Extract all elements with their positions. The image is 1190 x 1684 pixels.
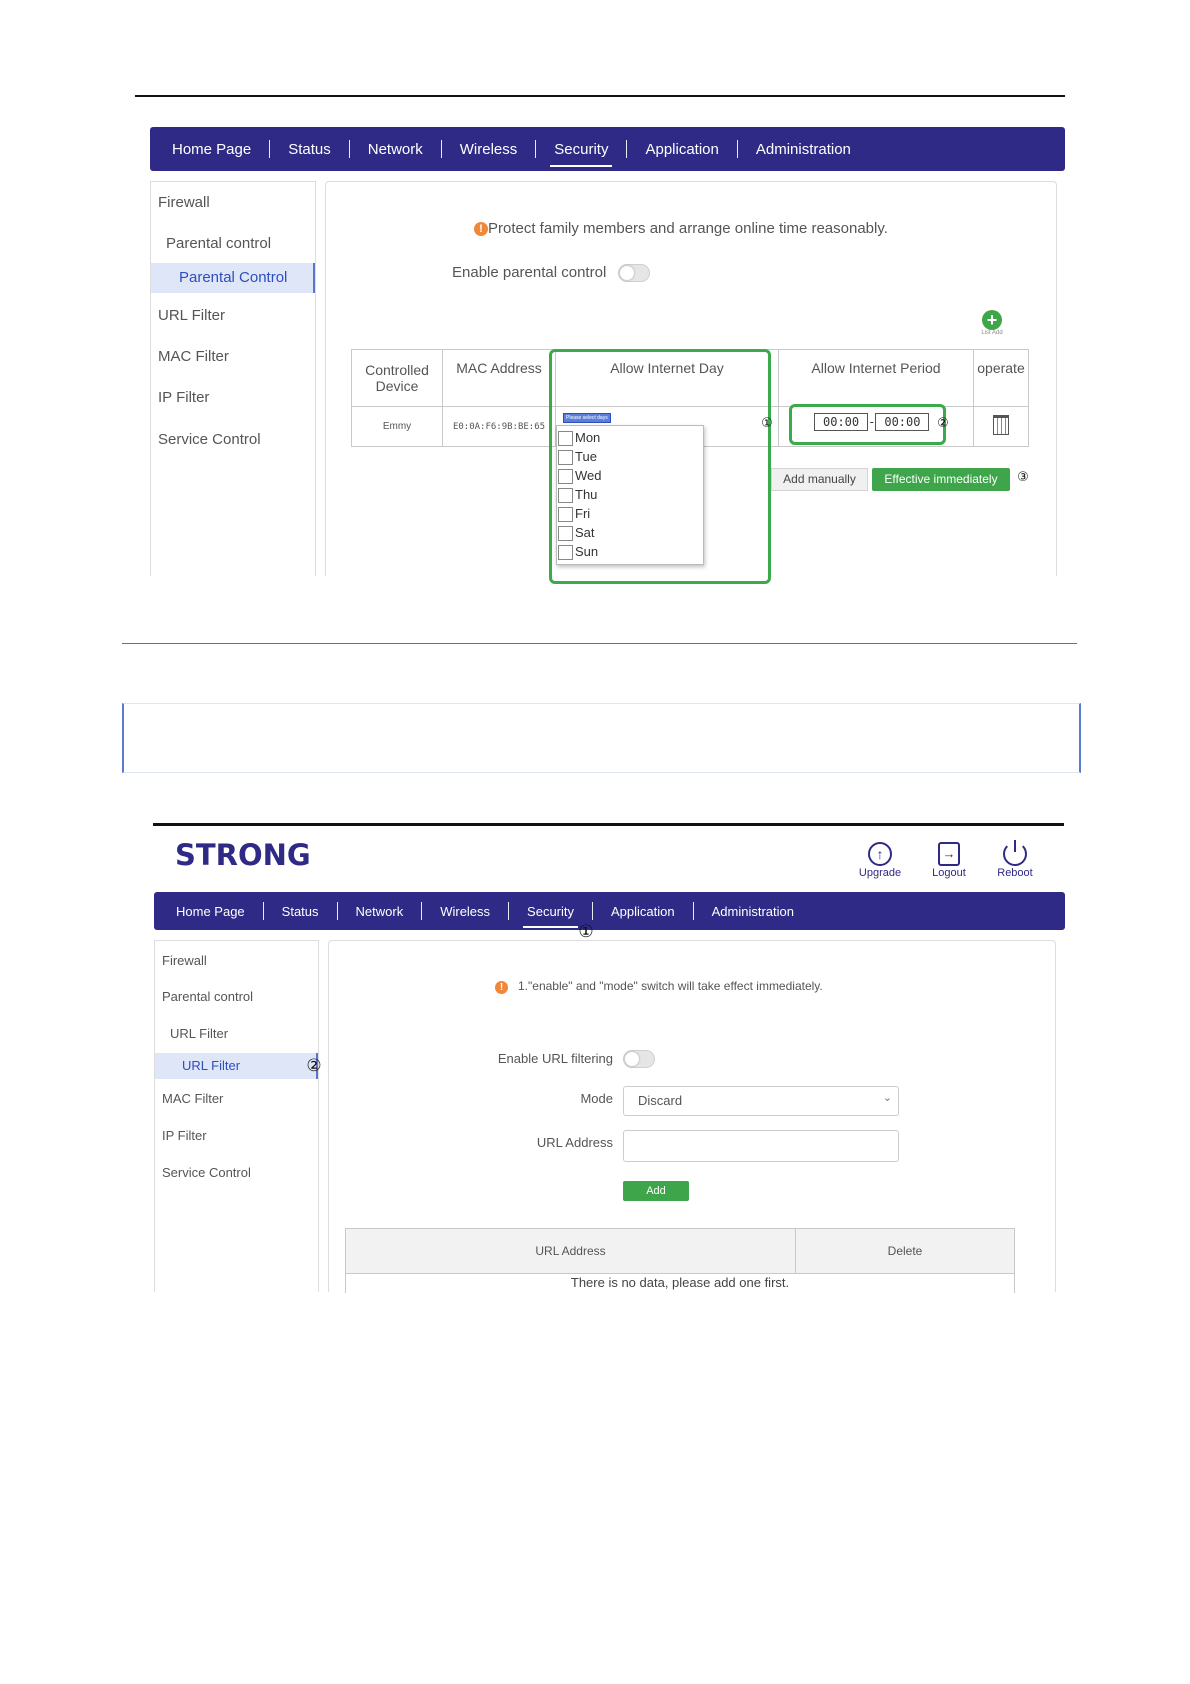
sidebar-item-firewall[interactable]: Firewall xyxy=(155,953,318,968)
th-device: Controlled Device xyxy=(351,349,443,407)
brand-logo: STRONG xyxy=(175,838,311,872)
th-delete: Delete xyxy=(795,1228,1015,1274)
add-button[interactable]: Add xyxy=(623,1181,689,1201)
callout-2: ② xyxy=(937,416,949,431)
sidebar-item-firewall[interactable]: Firewall xyxy=(151,194,315,211)
sidebar-item-url-filter[interactable]: URL Filter xyxy=(151,307,315,324)
nav-security[interactable]: Security xyxy=(536,141,626,167)
cell-operate xyxy=(973,406,1029,447)
sidebar-item-parental-control[interactable]: Parental control xyxy=(151,235,315,252)
enable-label: Enable parental control xyxy=(452,264,607,281)
logout-icon: → xyxy=(938,842,960,866)
nav-administration[interactable]: Administration xyxy=(694,904,812,919)
logout-label: Logout xyxy=(932,867,966,879)
nav-status[interactable]: Status xyxy=(264,904,337,919)
nav-security[interactable]: Security xyxy=(509,904,592,928)
notice-text: 1."enable" and "mode" switch will take e… xyxy=(518,979,823,993)
url-table: URL Address Delete There is no data, ple… xyxy=(345,1228,1015,1293)
nav-network[interactable]: Network xyxy=(350,141,441,158)
list-add-label: List Add xyxy=(981,330,1003,336)
nav-status[interactable]: Status xyxy=(270,141,349,158)
url-label: URL Address xyxy=(536,1135,613,1150)
info-icon: ! xyxy=(495,981,508,994)
power-icon xyxy=(1003,840,1027,866)
cell-device: Emmy xyxy=(351,406,443,447)
plus-icon: + xyxy=(982,310,1002,330)
nav-application[interactable]: Application xyxy=(627,141,736,158)
sidebar: Firewall Parental control URL Filter URL… xyxy=(154,940,319,1292)
section-divider xyxy=(122,643,1077,644)
sidebar-item-url-filter-sub[interactable]: URL Filter xyxy=(155,1053,318,1079)
enable-url-toggle[interactable] xyxy=(623,1050,655,1068)
enable-parental-toggle[interactable] xyxy=(618,264,651,283)
enable-row: Enable parental control xyxy=(452,264,651,283)
sidebar-item-mac-filter[interactable]: MAC Filter xyxy=(151,348,315,365)
effective-immediately-button[interactable]: Effective immediately xyxy=(872,468,1010,491)
sidebar-item-ip-filter[interactable]: IP Filter xyxy=(151,389,315,406)
upgrade-action[interactable]: ↑ Upgrade xyxy=(855,842,905,879)
trash-icon[interactable] xyxy=(993,415,1009,435)
reboot-action[interactable]: Reboot xyxy=(990,840,1040,879)
nav-bar: Home Page Status Network Wireless Securi… xyxy=(154,892,1065,930)
sidebar-item-service-control[interactable]: Service Control xyxy=(155,1165,318,1180)
callout-2: ② xyxy=(306,1056,322,1076)
chevron-down-icon: ⌄ xyxy=(882,1092,892,1104)
notice: ! Protect family members and arrange onli… xyxy=(474,220,888,237)
nav-home[interactable]: Home Page xyxy=(158,904,263,919)
logout-action[interactable]: → Logout xyxy=(924,842,974,879)
callout-3: ③ xyxy=(1017,470,1029,485)
th-period: Allow Internet Period xyxy=(778,349,974,407)
mode-label: Mode xyxy=(580,1091,613,1106)
th-url: URL Address xyxy=(345,1228,796,1274)
upgrade-label: Upgrade xyxy=(858,867,902,879)
reboot-label: Reboot xyxy=(997,867,1033,879)
mode-value: Discard xyxy=(638,1093,683,1108)
url-input[interactable] xyxy=(623,1130,899,1162)
list-add-button[interactable]: + List Add xyxy=(977,310,1007,336)
sidebar: Firewall Parental control Parental Contr… xyxy=(150,181,316,576)
nav-wireless[interactable]: Wireless xyxy=(442,141,536,158)
nav-bar: Home Page Status Network Wireless Securi… xyxy=(150,127,1065,171)
top-rule xyxy=(135,95,1065,97)
nav-network[interactable]: Network xyxy=(338,904,422,919)
sidebar-item-url-filter[interactable]: URL Filter xyxy=(155,1026,318,1041)
notice: ! 1."enable" and "mode" switch will take … xyxy=(495,979,823,994)
th-mac: MAC Address xyxy=(442,349,556,407)
nav-administration[interactable]: Administration xyxy=(738,141,869,158)
th-operate: operate xyxy=(973,349,1029,407)
sidebar-item-parental-control[interactable]: Parental control xyxy=(155,989,318,1004)
nav-home[interactable]: Home Page xyxy=(154,141,269,158)
nav-application[interactable]: Application xyxy=(593,904,693,919)
notice-text: Protect family members and arrange onlin… xyxy=(488,220,888,237)
top-rule xyxy=(153,823,1064,826)
add-manually-button[interactable]: Add manually xyxy=(771,468,868,491)
highlight-period xyxy=(789,404,946,445)
enable-label: Enable URL filtering xyxy=(497,1051,613,1066)
nav-wireless[interactable]: Wireless xyxy=(422,904,508,919)
sidebar-item-service-control[interactable]: Service Control xyxy=(151,431,315,448)
info-icon: ! xyxy=(474,222,488,236)
callout-1: ① xyxy=(761,416,773,431)
mode-select[interactable]: Discard ⌄ xyxy=(623,1086,899,1116)
highlight-day-column xyxy=(549,349,771,584)
sidebar-item-parental-control-sub[interactable]: Parental Control xyxy=(151,263,315,293)
empty-note-box xyxy=(122,703,1081,773)
sidebar-item-ip-filter[interactable]: IP Filter xyxy=(155,1128,318,1143)
empty-message: There is no data, please add one first. xyxy=(345,1273,1015,1293)
sidebar-item-mac-filter[interactable]: MAC Filter xyxy=(155,1091,318,1106)
upgrade-icon: ↑ xyxy=(868,842,892,866)
cell-mac: E0:0A:F6:9B:BE:65 xyxy=(442,406,556,447)
brand-text: STRONG xyxy=(175,838,311,872)
